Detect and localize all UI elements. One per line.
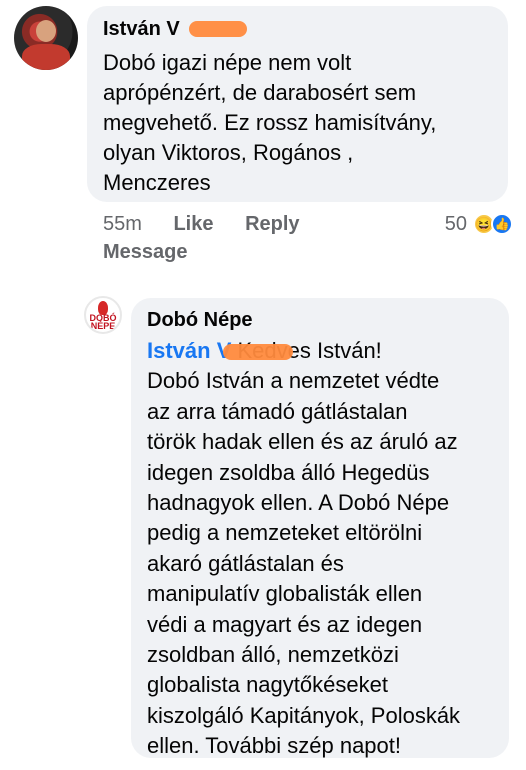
message-button[interactable]: Message <box>103 238 487 266</box>
comment-author[interactable]: István V <box>103 16 247 42</box>
reaction-summary[interactable]: 50 😆 👍 <box>445 210 513 238</box>
reply-first-line: István V Kedves István! <box>147 336 493 366</box>
redaction-mark <box>223 344 293 360</box>
comment-author-name[interactable]: István V <box>103 18 180 40</box>
reply-line: kiszolgáló Kapitányok, Poloskák <box>147 702 461 728</box>
mention-link[interactable]: István V <box>147 336 293 366</box>
reply-line: globalista nagytőkéseket <box>147 672 388 698</box>
like-icon: 👍 <box>491 213 513 235</box>
mention-name[interactable]: István V <box>147 338 231 363</box>
comment-text: Dobó igazi népe nem volt aprópénzért, de… <box>103 48 492 198</box>
reply-line: manipulatív globalisták ellen <box>147 581 423 607</box>
comment-line: aprópénzért, de darabosért sem <box>103 80 417 105</box>
comment-bubble: István V Dobó igazi népe nem volt aprópé… <box>87 6 508 202</box>
reply-bubble: Dobó Népe István V Kedves István! Dobó I… <box>131 298 509 758</box>
comment-line: Dobó igazi népe nem volt <box>103 50 352 75</box>
reply-line: az arra támadó gátlástalan <box>147 398 408 424</box>
reply-button[interactable]: Reply <box>245 213 299 235</box>
reply-line: török hadak ellen és az áruló az <box>147 429 458 455</box>
reply-line: pedig a nemzeteket eltörölni <box>147 520 423 546</box>
avatar-shirt <box>22 44 70 70</box>
reply-line: idegen zsoldba álló Hegedüs <box>147 459 430 485</box>
comment-line: olyan Viktoros, Rogános , <box>103 140 354 165</box>
page-logo: DOBÓ NÉPE <box>89 313 117 331</box>
reply-line: akaró gátlástalan és <box>147 550 344 576</box>
comment-line: megvehető. Ez rossz hamisítvány, <box>103 110 437 135</box>
avatar-face <box>36 20 56 42</box>
reply-author[interactable]: Dobó Népe <box>147 306 493 334</box>
reply-line: Dobó István a nemzetet védte <box>147 368 440 394</box>
reply-line: ellen. További szép napot! <box>147 733 401 759</box>
comment-line: Menczeres <box>103 170 211 195</box>
comment-actions: 55m Like Reply Message 50 😆 👍 <box>103 210 513 266</box>
reply-text: István V Kedves István! Dobó István a ne… <box>147 336 493 762</box>
reaction-count: 50 <box>444 213 467 235</box>
page-avatar[interactable]: DOBÓ NÉPE <box>84 296 122 334</box>
like-button[interactable]: Like <box>173 213 213 235</box>
commenter-avatar[interactable] <box>14 6 78 70</box>
reply-line: zsoldban álló, nemzetközi <box>147 642 399 668</box>
redaction-mark <box>189 21 247 37</box>
reply-line: védi a magyart és az idegen <box>147 611 423 637</box>
comment-timestamp[interactable]: 55m <box>103 213 142 235</box>
reply-line: hadnagyok ellen. A Dobó Népe <box>147 490 450 516</box>
